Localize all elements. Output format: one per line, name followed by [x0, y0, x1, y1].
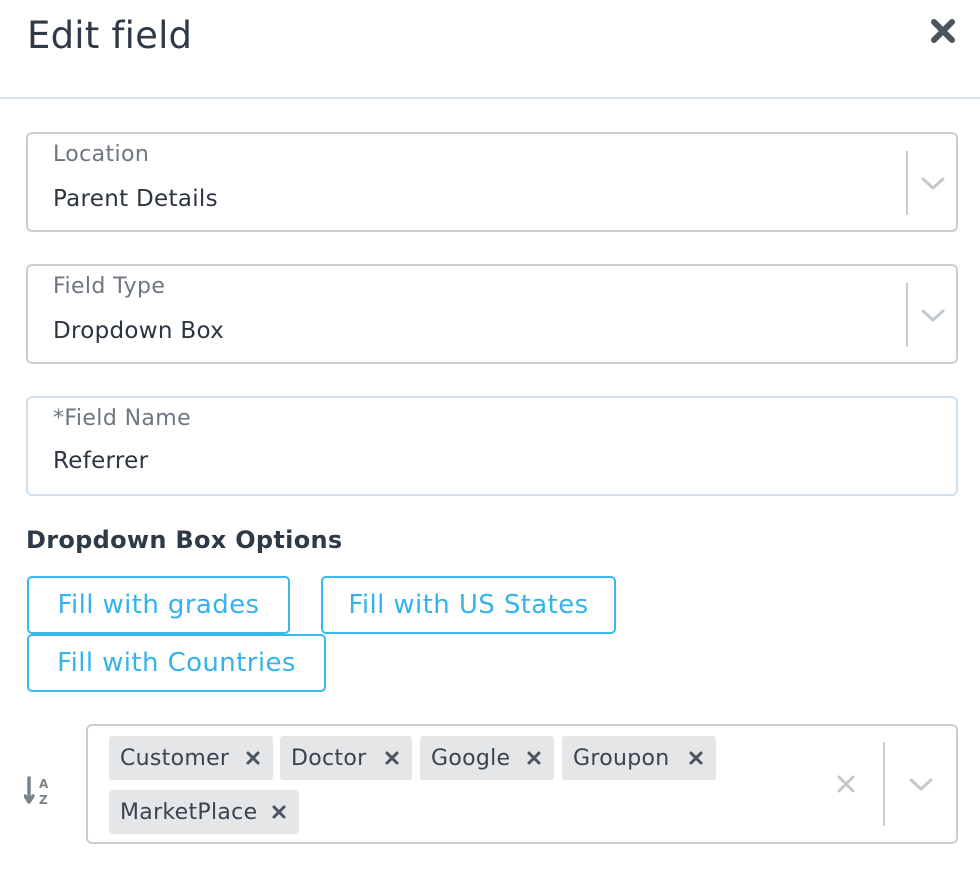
remove-tag-icon[interactable] — [686, 748, 706, 768]
remove-tag-icon[interactable] — [524, 748, 544, 768]
close-button[interactable] — [926, 14, 960, 48]
field-type-label: Field Type — [53, 274, 166, 299]
chevron-down-icon[interactable] — [906, 775, 936, 795]
chevron-down-icon[interactable] — [918, 174, 948, 194]
chevron-down-icon[interactable] — [918, 306, 948, 326]
tag-label: Groupon — [573, 745, 670, 771]
clear-all-icon[interactable] — [835, 773, 857, 795]
tag-groupon: Groupon — [562, 736, 716, 780]
modal-title: Edit field — [27, 14, 193, 57]
fill-us-states-button[interactable]: Fill with US States — [321, 576, 616, 634]
field-type-value: Dropdown Box — [53, 318, 225, 344]
location-value: Parent Details — [53, 186, 218, 212]
location-label: Location — [53, 142, 150, 167]
modal-header: Edit field — [0, 0, 980, 99]
options-multiselect[interactable]: Customer Doctor Google Groupon MarketPla… — [86, 724, 958, 844]
field-name-input[interactable]: *Field Name Referrer — [26, 396, 958, 496]
sort-alpha-icon[interactable]: A Z — [24, 774, 54, 808]
tag-label: Customer — [120, 745, 230, 771]
multiselect-separator — [883, 742, 885, 826]
close-icon — [931, 19, 955, 43]
options-section-title: Dropdown Box Options — [26, 526, 343, 554]
tag-marketplace: MarketPlace — [109, 790, 299, 834]
select-separator — [906, 151, 908, 215]
svg-text:Z: Z — [39, 793, 48, 807]
select-separator — [906, 283, 908, 347]
tag-label: MarketPlace — [120, 799, 258, 825]
tag-label: Doctor — [291, 745, 367, 771]
tag-doctor: Doctor — [280, 736, 412, 780]
remove-tag-icon[interactable] — [243, 748, 263, 768]
location-select[interactable]: Location Parent Details — [26, 132, 958, 232]
fill-countries-button[interactable]: Fill with Countries — [27, 634, 326, 692]
svg-text:A: A — [39, 777, 49, 791]
remove-tag-icon[interactable] — [382, 748, 402, 768]
field-name-value[interactable]: Referrer — [53, 448, 148, 474]
tag-google: Google — [420, 736, 554, 780]
tag-customer: Customer — [109, 736, 273, 780]
tag-label: Google — [431, 745, 511, 771]
remove-tag-icon[interactable] — [269, 802, 289, 822]
edit-field-modal: Edit field Location Parent Details Field… — [0, 0, 980, 872]
field-name-label: *Field Name — [53, 406, 192, 431]
fill-grades-button[interactable]: Fill with grades — [27, 576, 290, 634]
field-type-select[interactable]: Field Type Dropdown Box — [26, 264, 958, 364]
